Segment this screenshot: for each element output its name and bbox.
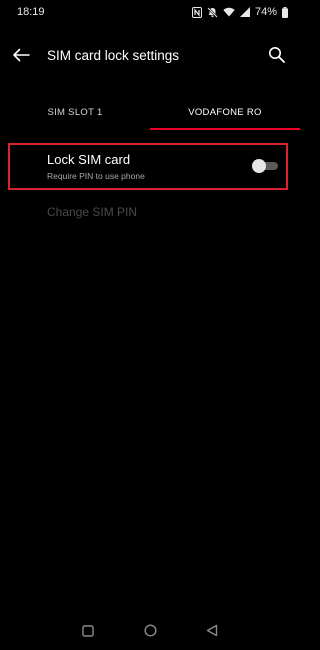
back-button[interactable]: [8, 45, 34, 69]
nfc-icon: [191, 6, 202, 18]
sim-tabs: SIM SLOT 1 VODAFONE RO: [0, 94, 300, 130]
navigation-bar: [0, 620, 300, 646]
tab-label: VODAFONE RO: [188, 106, 262, 118]
page-title: SIM card lock settings: [47, 48, 180, 63]
nav-back-button[interactable]: [204, 624, 220, 642]
highlight-box: [8, 143, 288, 190]
status-icons: 74%: [191, 6, 288, 18]
tab-vodafone-ro[interactable]: VODAFONE RO: [150, 94, 300, 130]
search-button[interactable]: [264, 45, 290, 69]
change-sim-pin-item: Change SIM PIN: [47, 205, 138, 219]
signal-icon: [239, 7, 250, 17]
status-time: 18:19: [17, 6, 45, 18]
recents-button[interactable]: [80, 625, 96, 641]
battery-percentage: 74%: [254, 6, 277, 18]
home-icon: [143, 624, 157, 642]
battery-icon: [282, 6, 288, 18]
back-icon: [206, 624, 218, 642]
home-button[interactable]: [142, 624, 158, 642]
tab-label: SIM SLOT 1: [47, 106, 103, 118]
tab-sim-slot-1[interactable]: SIM SLOT 1: [0, 94, 150, 130]
mute-icon: [207, 6, 218, 18]
status-bar: 18:19 74%: [0, 0, 300, 24]
arrow-left-icon: [12, 48, 30, 67]
active-tab-indicator: [150, 128, 300, 130]
app-bar: SIM card lock settings: [0, 36, 300, 78]
search-icon: [268, 46, 286, 69]
wifi-icon: [223, 7, 235, 17]
recents-icon: [82, 624, 94, 642]
